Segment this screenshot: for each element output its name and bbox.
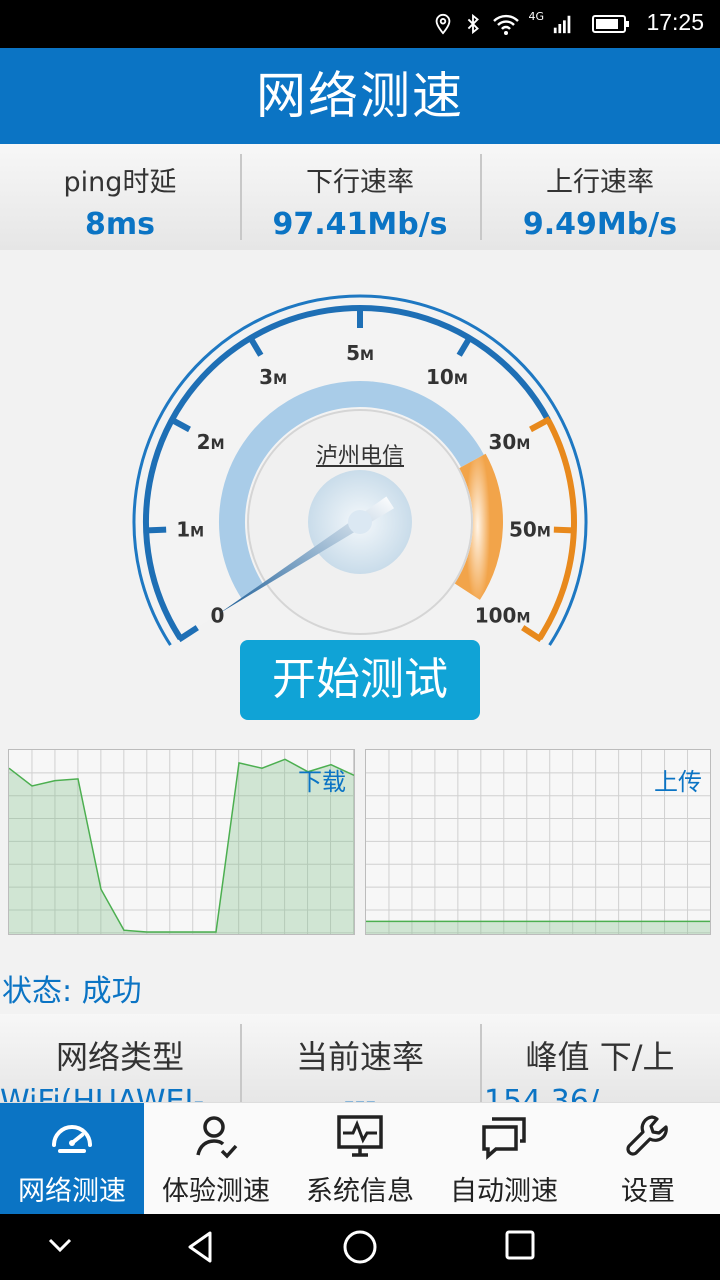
wifi-icon [493, 14, 520, 35]
nav-auto-speed[interactable]: 自动测速 [432, 1103, 576, 1214]
speed-summary: ping时延 8ms 下行速率 97.41Mb/s 上行速率 9.49Mb/s [0, 144, 720, 250]
peak-value: 154.36/ [484, 1084, 600, 1104]
nav-label: 设置 [621, 1176, 675, 1207]
upload-stat: 上行速率 9.49Mb/s [480, 144, 720, 250]
network-info: 网络类型 WiFi(HUAWEI- 当前速率 --- 峰值 下/上 154.36… [0, 1014, 720, 1104]
status-bar: 4G 17:25 [0, 0, 720, 48]
download-graph-label: 下载 [298, 768, 346, 796]
nav-label: 自动测速 [450, 1176, 558, 1207]
chevron-down-icon[interactable] [44, 1229, 76, 1261]
current-speed-header: 当前速率 [295, 1038, 424, 1076]
ping-label: ping时延 [63, 167, 177, 198]
download-label: 下行速率 [306, 167, 414, 198]
nav-system-info[interactable]: 系统信息 [288, 1103, 432, 1214]
network-type-value: WiFi(HUAWEI- [0, 1084, 205, 1104]
speedometer-gauge: 0 1M 2M 3M 5M 10M 30M 50M 100M 泸州电信 [120, 290, 600, 650]
status-icons: 4G [432, 10, 630, 38]
nav-experience-speed[interactable]: 体验测速 [144, 1103, 288, 1214]
current-speed-value: --- [343, 1084, 377, 1104]
bottom-nav: 网络测速 体验测速 系统信息 自动测速 设置 [0, 1102, 720, 1214]
download-value: 97.41Mb/s [272, 207, 448, 242]
start-test-button[interactable]: 开始测试 [240, 640, 480, 720]
upload-label: 上行速率 [546, 167, 654, 198]
test-status: 状态: 成功 [2, 966, 142, 1010]
carrier-label[interactable]: 泸州电信 [120, 438, 600, 470]
speedometer-icon [52, 1125, 92, 1153]
cellular-signal-icon [553, 15, 571, 34]
bluetooth-icon [468, 13, 480, 35]
chat-windows-icon [482, 1117, 526, 1160]
upload-graph: 上传 [365, 749, 711, 935]
nav-label: 体验测速 [162, 1176, 270, 1207]
status-label: 状态: [2, 974, 82, 1009]
gauge-tick-label: 0 [210, 604, 224, 628]
home-icon[interactable] [342, 1229, 378, 1265]
gauge-dial: 01M2M3M5M10M30M50M100M [132, 294, 588, 646]
peak-header: 峰值 下/上 [525, 1038, 675, 1076]
back-icon[interactable] [184, 1229, 216, 1265]
page-title: 网络测速 [256, 67, 464, 125]
wrench-icon [626, 1115, 668, 1156]
user-check-icon [196, 1116, 238, 1159]
recents-icon[interactable] [504, 1229, 536, 1261]
nav-network-speed[interactable]: 网络测速 [0, 1103, 144, 1214]
download-stat: 下行速率 97.41Mb/s [240, 144, 480, 250]
monitor-pulse-icon [337, 1115, 383, 1157]
ping-value: 8ms [85, 207, 155, 242]
nav-label: 系统信息 [306, 1176, 414, 1207]
graph-area [366, 921, 710, 934]
upload-graph-label: 上传 [654, 768, 702, 796]
gauge-tick [553, 526, 576, 534]
needle-pivot [348, 510, 372, 534]
current-speed-cell: 当前速率 --- [240, 1014, 480, 1104]
status-value: 成功 [81, 974, 142, 1009]
system-nav-bar [0, 1214, 720, 1280]
network-type-label: 4G [528, 9, 544, 23]
peak-cell: 峰值 下/上 154.36/ [480, 1014, 720, 1104]
location-icon [436, 13, 451, 35]
ping-stat: ping时延 8ms [0, 144, 240, 250]
network-type-header: 网络类型 [55, 1038, 184, 1076]
battery-icon [592, 15, 629, 33]
nav-label: 网络测速 [18, 1176, 126, 1207]
gauge-tick [144, 526, 167, 534]
nav-settings[interactable]: 设置 [576, 1103, 720, 1214]
clock: 17:25 [646, 9, 704, 35]
app-bar: 网络测速 [0, 48, 720, 144]
upload-value: 9.49Mb/s [522, 207, 678, 242]
download-graph: 下载 [8, 749, 355, 935]
network-type-cell: 网络类型 WiFi(HUAWEI- [0, 1014, 240, 1104]
